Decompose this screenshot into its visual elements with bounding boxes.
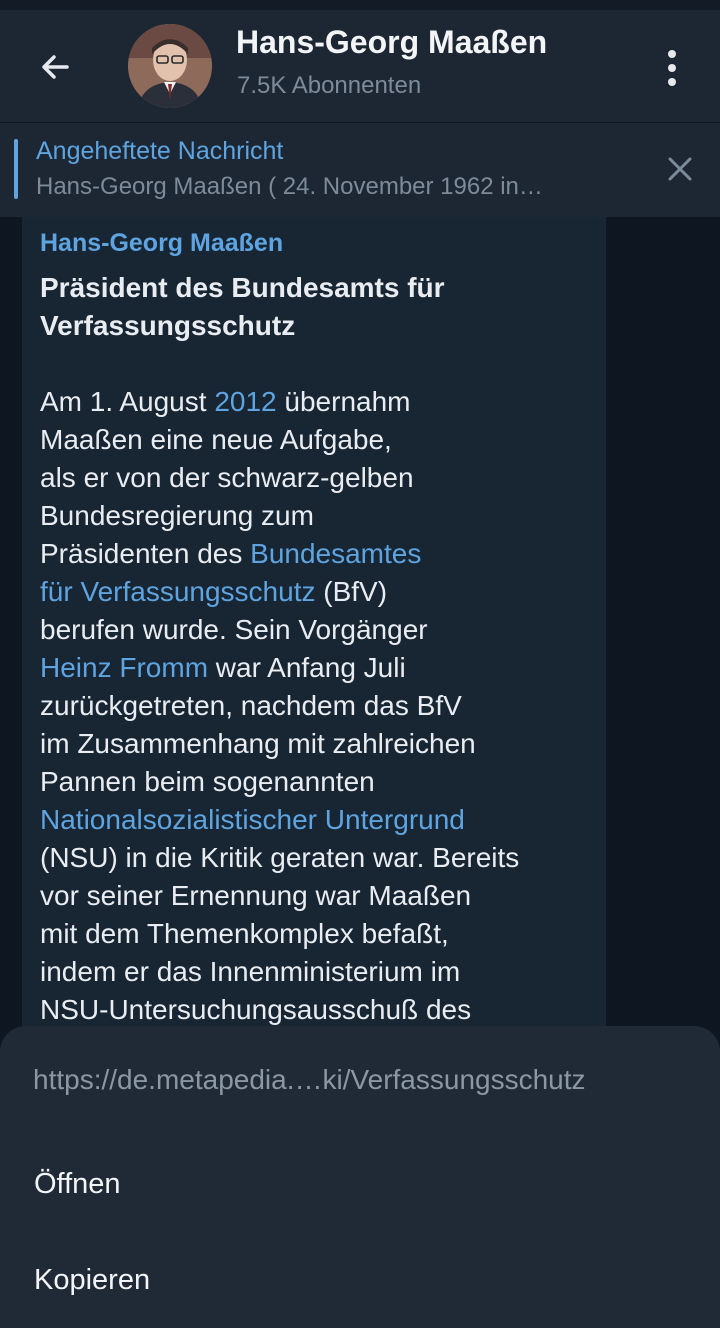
- body-line: vor seiner Ernennung war Maaßen: [40, 880, 472, 911]
- avatar-portrait: [128, 24, 212, 108]
- pinned-preview: Hans-Georg Maaßen ( 24. November 1962 in…: [36, 173, 543, 200]
- heading-line: Verfassungsschutz: [40, 310, 296, 341]
- chat-header: Hans-Georg Maaßen 7.5K Abonnenten: [0, 10, 720, 122]
- channel-title[interactable]: Hans-Georg Maaßen: [236, 24, 547, 61]
- heading-line: Präsident des Bundesamts für: [40, 272, 445, 303]
- pinned-message-bar[interactable]: Angeheftete Nachricht Hans-Georg Maaßen …: [0, 123, 720, 217]
- body-line: Präsidenten des Bundesamtes: [40, 535, 600, 573]
- body-line: Maaßen eine neue Aufgabe,: [40, 424, 392, 455]
- body-text: Am 1. August: [40, 386, 215, 417]
- more-vertical-icon: [668, 50, 676, 58]
- link-nsu[interactable]: Nationalsozialistischer Untergrund: [40, 804, 465, 835]
- more-vertical-icon-dot: [668, 78, 676, 86]
- telegram-channel-screen: Hans-Georg Maaßen 7.5K Abonnenten Angehe…: [0, 0, 720, 1328]
- body-line: zurückgetreten, nachdem das BfV: [40, 690, 462, 721]
- message-body: Am 1. August 2012 übernahm Maaßen eine n…: [40, 383, 600, 1029]
- sheet-url: https://de.metapedia.…ki/Verfassungsschu…: [33, 1064, 586, 1095]
- arrow-left-icon: [42, 55, 69, 79]
- body-line: mit dem Themenkomplex befaßt,: [40, 918, 449, 949]
- pinned-label: Angeheftete Nachricht: [36, 137, 284, 165]
- link-2012[interactable]: 2012: [214, 386, 276, 417]
- message-heading: Präsident des Bundesamts für Verfassungs…: [40, 269, 580, 345]
- link-verfassungsschutz[interactable]: für Verfassungsschutz: [40, 576, 315, 607]
- open-link-button[interactable]: Öffnen: [0, 1144, 720, 1228]
- copy-link-button[interactable]: Kopieren: [0, 1240, 720, 1324]
- body-line: im Zusammenhang mit zahlreichen: [40, 728, 476, 759]
- link-action-sheet: https://de.metapedia.…ki/Verfassungsschu…: [0, 1026, 720, 1328]
- subscriber-count: 7.5K Abonnenten: [237, 72, 422, 99]
- body-text: Präsidenten des: [40, 538, 251, 569]
- body-text: übernahm: [276, 386, 411, 417]
- body-text: (BfV): [315, 576, 388, 607]
- link-bundesamtes[interactable]: Bundesamtes: [250, 538, 421, 569]
- more-options-button[interactable]: [648, 40, 696, 96]
- message-bubble[interactable]: Hans-Georg Maaßen Präsident des Bundesam…: [22, 217, 606, 1117]
- body-line: (NSU) in die Kritik geraten war. Bereits: [40, 842, 520, 873]
- body-line: Bundesregierung zum: [40, 500, 314, 531]
- status-bar: [0, 0, 720, 10]
- body-line: für Verfassungsschutz (BfV): [40, 573, 600, 611]
- body-line: NSU-Untersuchungsausschuß des: [40, 994, 472, 1025]
- close-pinned-button[interactable]: [658, 147, 702, 191]
- body-line: Heinz Fromm war Anfang Juli: [40, 649, 600, 687]
- body-line: berufen wurde. Sein Vorgänger: [40, 614, 428, 645]
- back-button[interactable]: [26, 38, 84, 96]
- body-line: Pannen beim sogenannten: [40, 766, 375, 797]
- more-vertical-icon-dot: [668, 64, 676, 72]
- body-line: Am 1. August 2012 übernahm: [40, 383, 600, 421]
- link-heinz-fromm[interactable]: Heinz Fromm: [40, 652, 208, 683]
- pinned-indicator: [14, 139, 18, 199]
- close-icon: [668, 157, 692, 181]
- channel-avatar[interactable]: [128, 24, 212, 108]
- body-text: war Anfang Juli: [208, 652, 406, 683]
- body-line: indem er das Innenministerium im: [40, 956, 461, 987]
- body-line: Nationalsozialistischer Untergrund: [40, 801, 600, 839]
- body-line: als er von der schwarz-gelben: [40, 462, 414, 493]
- open-link-label: Öffnen: [34, 1168, 121, 1200]
- copy-link-label: Kopieren: [34, 1264, 151, 1296]
- message-author[interactable]: Hans-Georg Maaßen: [40, 229, 283, 258]
